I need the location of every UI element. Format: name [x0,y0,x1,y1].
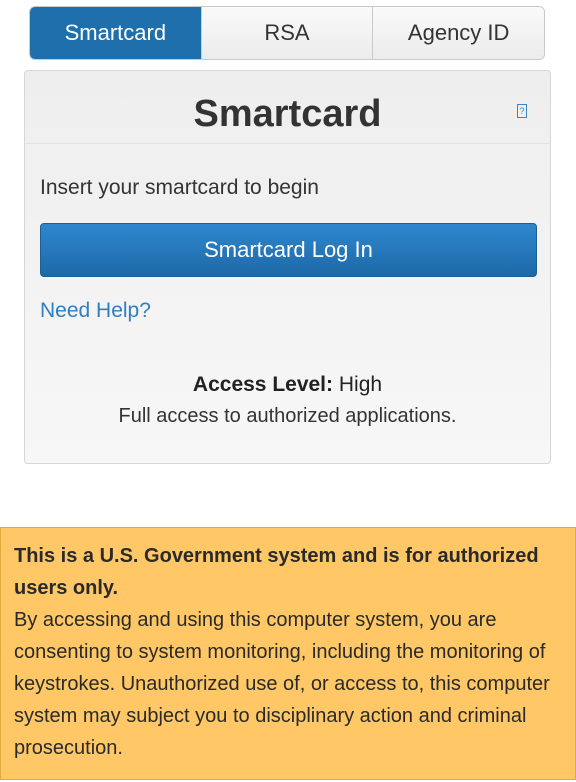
divider [25,143,550,144]
panel-title: Smartcard [193,93,382,135]
help-icon[interactable]: ? [517,104,527,118]
warning-title: This is a U.S. Government system and is … [14,545,539,599]
warning-body: By accessing and using this computer sys… [14,609,550,759]
access-description: Full access to authorized applications. [118,405,457,427]
smartcard-login-button[interactable]: Smartcard Log In [40,223,537,277]
need-help-link[interactable]: Need Help? [40,299,151,323]
login-method-tabs: Smartcard RSA Agency ID [29,6,545,60]
tab-rsa[interactable]: RSA [200,7,373,59]
instruction-text: Insert your smartcard to begin [40,176,319,199]
government-warning-banner: This is a U.S. Government system and is … [0,527,576,780]
tab-smartcard[interactable]: Smartcard [30,7,201,59]
smartcard-panel: Smartcard ? Insert your smartcard to beg… [24,70,551,464]
tab-agency-id[interactable]: Agency ID [372,7,544,59]
access-level-value: High [338,373,383,396]
access-level: Access Level: High [25,373,550,397]
access-level-label: Access Level: [192,373,334,396]
